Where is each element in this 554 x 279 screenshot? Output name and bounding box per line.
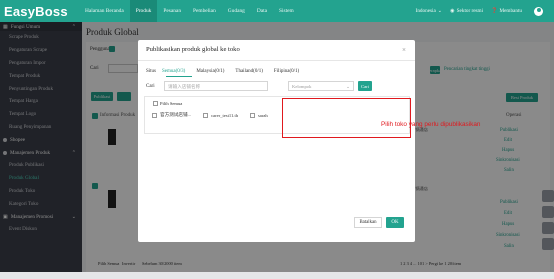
nav-data[interactable]: Data — [251, 0, 273, 22]
ok-button[interactable]: OK — [386, 217, 404, 228]
shop-option-3[interactable]: sarah — [250, 112, 268, 118]
annotation-text: Pilih toko yang perlu dipublikasikan — [381, 121, 481, 128]
modal-title: Publikasikan produk global ke toko — [146, 46, 240, 53]
select-all-checkbox[interactable] — [153, 101, 158, 106]
site-tabs: Situs Semua(0/3) Malaysia(0/1) Thailand(… — [146, 69, 310, 74]
chevron-down-icon: ⌄ — [346, 84, 350, 89]
nav-produk[interactable]: Produk — [129, 0, 158, 22]
modal-divider — [138, 60, 415, 61]
shop-options: 官方测试店铺... carer_test11.th sarah — [152, 112, 280, 118]
support-link[interactable]: ◉ Sektor resmi — [450, 8, 483, 14]
annotation-box: Pilih toko yang perlu dipublikasikan — [282, 98, 480, 138]
shop-name-3: sarah — [258, 112, 268, 118]
active-tab-underline — [166, 76, 192, 77]
site-label: Situs — [146, 69, 157, 74]
tab-thailand[interactable]: Thailand(0/1) — [235, 69, 263, 74]
top-nav-bar: EasyBoss Halaman Beranda Produk Pesanan … — [0, 0, 554, 22]
region-selector[interactable]: Indonesia ⌄ — [416, 8, 443, 14]
close-icon[interactable]: × — [402, 46, 406, 54]
shop-search-input[interactable]: 请输入店铺名称 — [164, 81, 268, 91]
brand-logo[interactable]: EasyBoss — [0, 4, 72, 19]
nav-pembelian[interactable]: Pembelian — [187, 0, 222, 22]
modal-cari-button[interactable]: Cari — [358, 81, 372, 91]
shop-name-2: carer_test11.th — [211, 112, 239, 118]
nav-pesanan[interactable]: Pesanan — [157, 0, 187, 22]
user-avatar[interactable] — [534, 6, 543, 16]
nav-gudang[interactable]: Gudang — [222, 0, 251, 22]
publish-modal: Publikasikan produk global ke toko × Sit… — [138, 40, 480, 242]
group-select-value: Kelompok — [292, 84, 312, 89]
shop-checkbox-2[interactable] — [203, 112, 209, 118]
help-icon: ❓ — [491, 8, 498, 14]
main-nav: Halaman Beranda Produk Pesanan Pembelian… — [79, 0, 300, 22]
tab-malaysia[interactable]: Malaysia(0/1) — [196, 69, 224, 74]
top-right-menu: Indonesia ⌄ ◉ Sektor resmi ❓ Membantu — [416, 0, 554, 22]
tab-filipina[interactable]: Filipina(0/1) — [274, 69, 299, 74]
shop-checkbox-1[interactable] — [152, 112, 157, 118]
chevron-down-icon: ⌄ — [437, 8, 443, 14]
tab-semua[interactable]: Semua(0/3) — [162, 69, 185, 74]
region-label: Indonesia — [415, 8, 436, 14]
status-bar — [0, 272, 554, 279]
help-link[interactable]: ❓ Membantu — [491, 8, 522, 14]
shop-checkbox-3[interactable] — [250, 112, 256, 118]
shop-option-2[interactable]: carer_test11.th — [203, 112, 239, 118]
shop-option-1[interactable]: 官方测试店铺... — [152, 112, 191, 118]
group-select[interactable]: Kelompok ⌄ — [288, 81, 354, 91]
cancel-button[interactable]: Batalkan — [354, 217, 382, 228]
nav-sistem[interactable]: Sistem — [273, 0, 300, 22]
modal-cari-label: Cari — [146, 84, 155, 89]
nav-home[interactable]: Halaman Beranda — [79, 0, 130, 22]
support-label: Sektor resmi — [456, 8, 484, 14]
shop-name-1: 官方测试店铺... — [160, 112, 192, 117]
help-label: Membantu — [499, 8, 522, 14]
select-all-row[interactable]: Pilih Semua — [153, 101, 182, 106]
select-all-label: Pilih Semua — [160, 101, 183, 106]
headset-icon: ◉ — [450, 8, 455, 14]
